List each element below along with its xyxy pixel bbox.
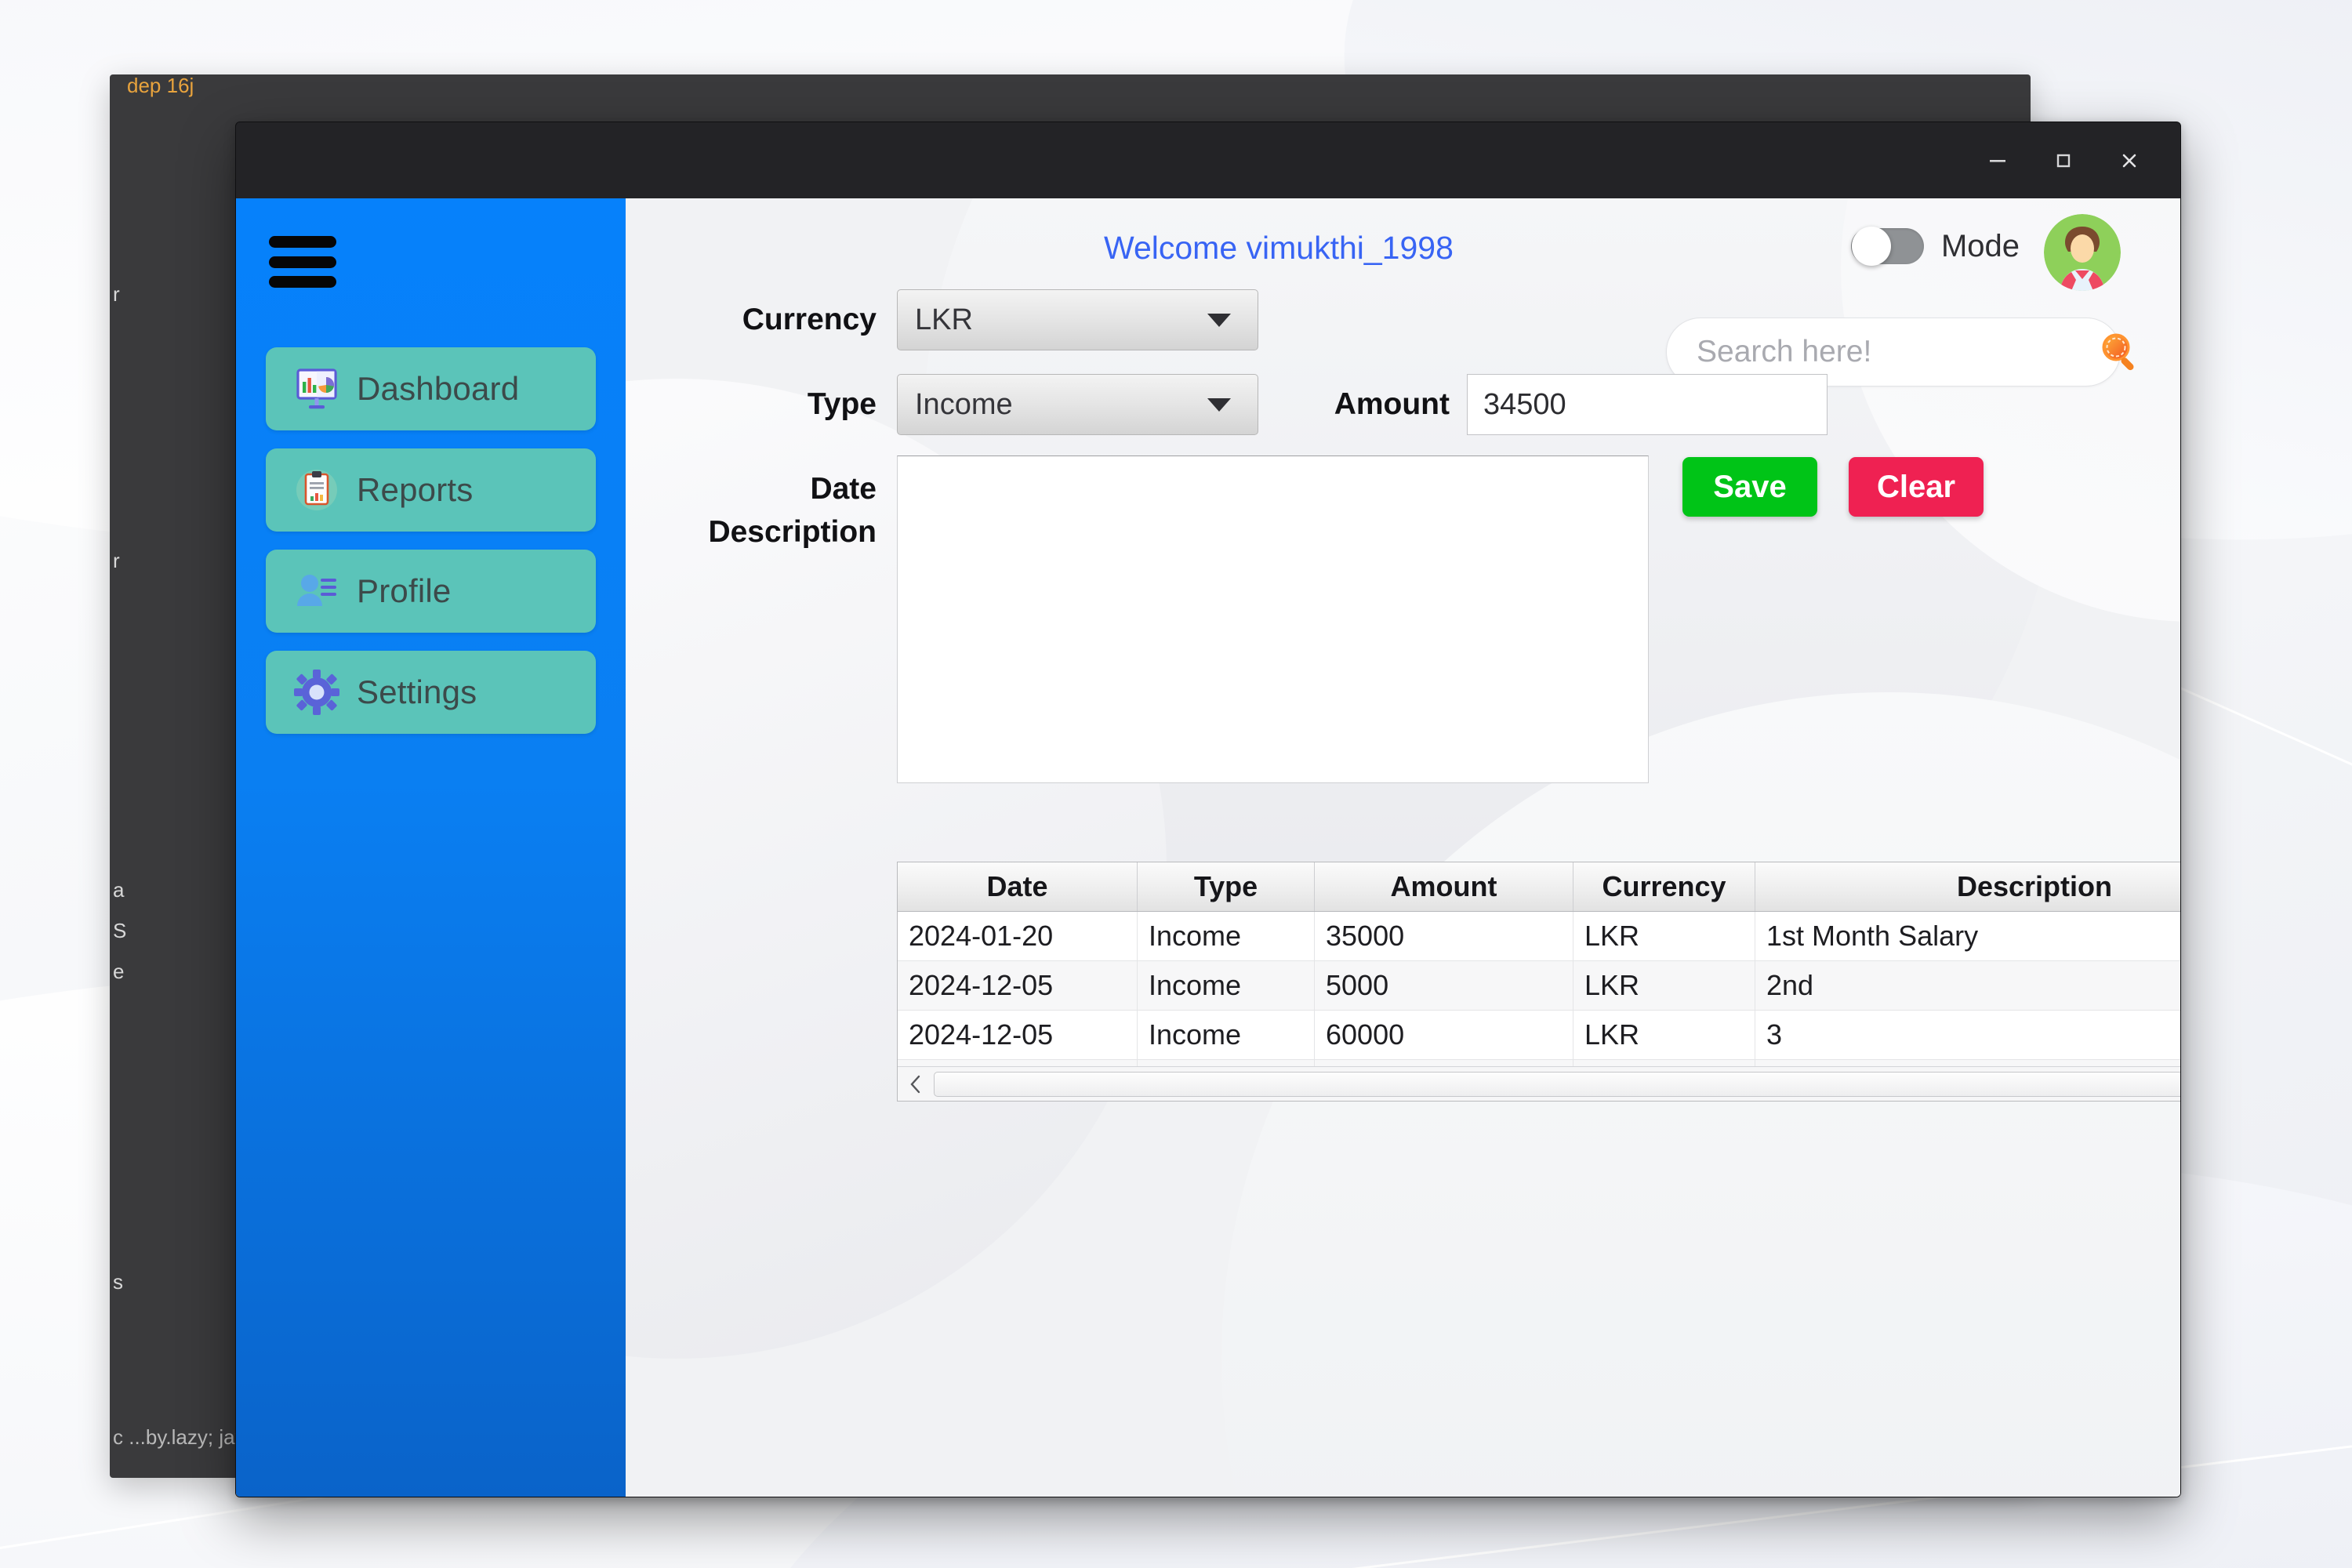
minimize-button[interactable] [1969,132,2027,190]
save-button[interactable]: Save [1682,457,1817,517]
bg-window-text: dep 16j [127,74,194,97]
table-cell: Income [1138,1060,1315,1066]
type-value: Income [915,387,1013,421]
currency-label: Currency [742,303,877,336]
type-label: Type [807,387,877,421]
chevron-down-icon [1207,313,1231,327]
mode-toggle-group: Mode [1850,227,2020,266]
chevron-down-icon [1207,397,1231,412]
type-select[interactable]: Income [897,374,1258,435]
bg-window-text: S [113,919,127,942]
sidebar-nav-list: Dashboard Reports Profile Settings [236,347,626,734]
table-cell: 3 [1766,1018,1783,1051]
table-cell: 2024-12-05 [898,1011,1138,1059]
scroll-left-icon[interactable] [901,1067,931,1102]
application-window: Dashboard Reports Profile Settings Welco… [235,122,2181,1497]
table-cell: 2024-12-05 [898,961,1138,1010]
desktop-background: dep 16j r r a S e s c ...by.lazy; java.s… [0,0,2352,1568]
table-cell: 5000 [1315,961,1573,1010]
table-horizontal-scrollbar[interactable] [898,1066,2180,1101]
table-column-header[interactable]: Amount [1315,862,1573,911]
settings-icon [292,668,341,717]
description-label: Description [708,515,877,549]
sidebar: Dashboard Reports Profile Settings [236,198,626,1497]
table-column-header[interactable]: Type [1138,862,1315,911]
table-row[interactable]: 2024-12-05 Income 5000 LKR 2nd [898,961,2180,1011]
date-label: Date [810,472,877,506]
table-header-row: Date Type Amount Currency Description [898,862,2180,912]
mode-toggle-knob [1851,227,1891,266]
currency-select[interactable]: LKR [897,289,1258,350]
table-row[interactable]: 2025-01-02Income200LKRside bussiness [898,1060,2180,1066]
main-content: Welcome vimukthi_1998 Mode Search here! … [626,198,2180,1497]
table-cell: LKR [1573,912,1755,960]
close-button[interactable] [2100,132,2158,190]
avatar[interactable] [2044,214,2121,291]
amount-label: Amount [1334,387,1450,421]
amount-field[interactable] [1467,374,1828,435]
welcome-message: Welcome vimukthi_1998 [1104,230,1454,266]
table-cell: Income [1138,961,1315,1010]
table-body-wrapper: 2024-01-20 Income 35000 LKR 1st Month Salary… [898,912,2180,1066]
sidebar-item-label: Settings [357,673,477,710]
sidebar-item-dashboard[interactable]: Dashboard [266,347,596,430]
table-cell: 200 [1315,1060,1573,1066]
table-cell: 1st Month Salary [1766,920,1979,952]
table-column-header[interactable]: Currency [1573,862,1755,911]
table-cell: LKR [1573,1011,1755,1059]
table-cell: LKR [1573,1060,1755,1066]
table-column-header[interactable]: Description [1755,862,2180,911]
window-body: Dashboard Reports Profile Settings Welco… [236,198,2180,1497]
table-cell: 2025-01-02 [898,1060,1138,1066]
sidebar-item-settings[interactable]: Settings [266,651,596,734]
table-cell: Income [1138,1011,1315,1059]
sidebar-item-label: Dashboard [357,370,520,407]
sidebar-item-label: Profile [357,572,452,609]
window-titlebar[interactable] [236,122,2180,198]
mode-toggle-switch[interactable] [1850,227,1924,266]
bg-window-text: e [113,960,125,983]
table-row[interactable]: 2024-12-05 Income 60000 LKR 3 [898,1011,2180,1060]
search-icon[interactable] [2096,328,2143,376]
bg-window-text: s [113,1270,123,1294]
bg-window-text: r [113,549,120,572]
profile-icon [292,567,341,615]
table-cell: 35000 [1315,912,1573,960]
table-column-header[interactable]: Date [898,862,1138,911]
bg-window-text: r [113,282,120,306]
mode-label: Mode [1940,228,2020,263]
table-cell: 2024-01-20 [898,912,1138,960]
transactions-table: Date Type Amount Currency Description 2024-0… [897,862,2180,1102]
table-body[interactable]: 2024-01-20 Income 35000 LKR 1st Month Salary… [898,912,2180,1066]
sidebar-item-reports[interactable]: Reports [266,448,596,532]
table-cell: side bussiness [1755,1060,2180,1066]
horizontal-scroll-thumb[interactable] [934,1071,2180,1097]
table-row[interactable]: 2024-01-20 Income 35000 LKR 1st Month Salary [898,912,2180,961]
table-cell: LKR [1573,961,1755,1010]
hamburger-menu-icon[interactable] [269,236,336,288]
maximize-button[interactable] [2034,132,2092,190]
table-cell: 2nd [1766,969,1814,1001]
type-amount-row: Type Income Amount [626,374,1849,435]
table-cell: Income [1138,912,1315,960]
currency-value: LKR [915,303,973,336]
clear-button[interactable]: Clear [1849,457,1984,517]
reports-icon [292,466,341,514]
sidebar-item-profile[interactable]: Profile [266,550,596,633]
description-textarea[interactable] [897,456,1649,783]
bg-window-text: a [113,878,125,902]
dashboard-icon [292,365,341,413]
search-input[interactable] [1697,335,2096,369]
amount-input[interactable] [1483,387,1811,422]
table-cell: 60000 [1315,1011,1573,1059]
sidebar-item-label: Reports [357,471,474,508]
currency-field-row: Currency LKR [626,289,1649,350]
